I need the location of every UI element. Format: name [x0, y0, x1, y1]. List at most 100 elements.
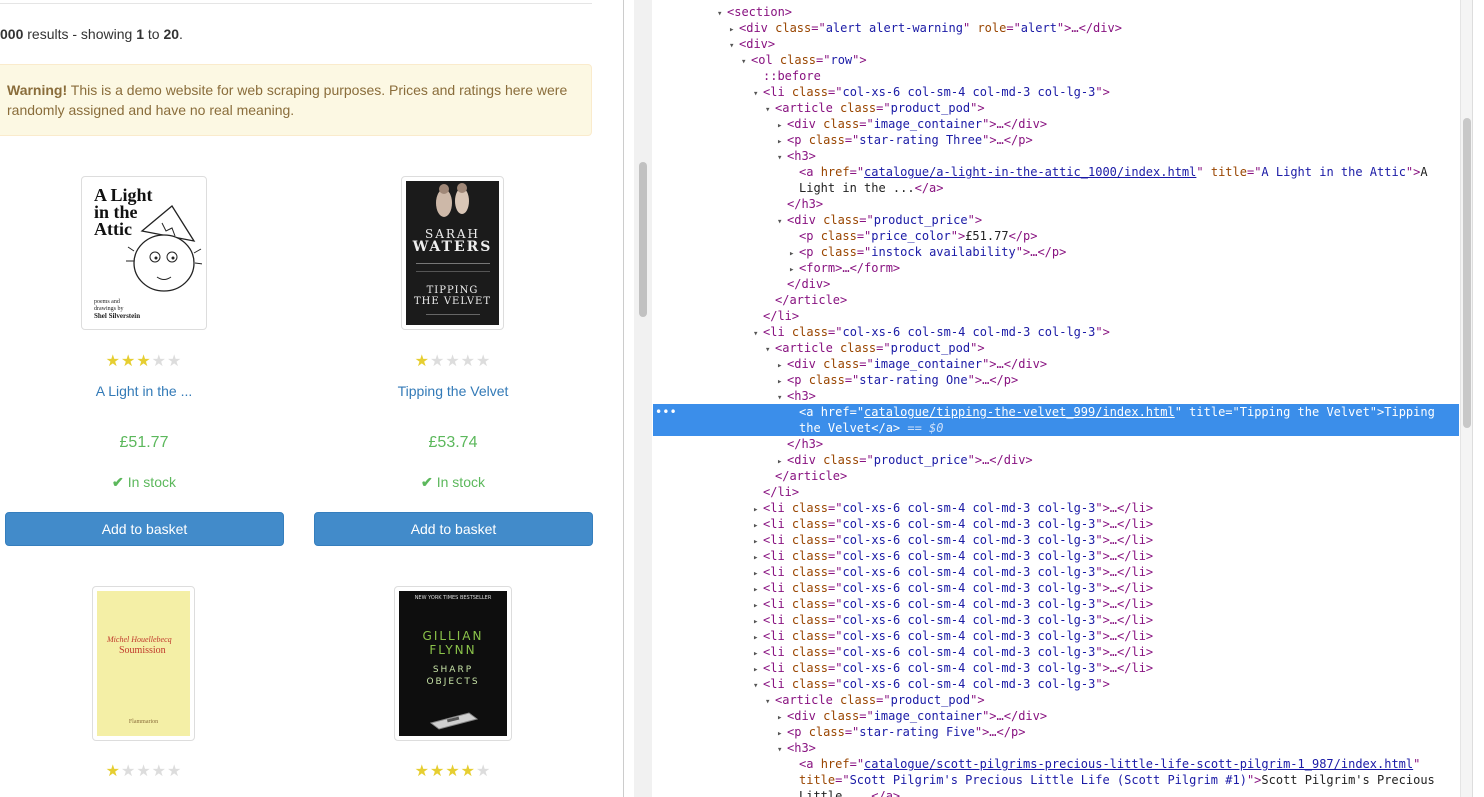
dom-node-line[interactable]: </li> [653, 484, 1459, 500]
markup-token: product_pod [890, 341, 971, 355]
dom-node-line[interactable]: ▸ <div class="product_price">…</div> [653, 452, 1459, 468]
href-link[interactable]: catalogue/a-light-in-the-attic_1000/inde… [864, 165, 1196, 179]
dom-node-line[interactable]: Little ...</a> [653, 788, 1459, 797]
devtools-scrollbar[interactable] [1460, 0, 1472, 797]
dom-node-line[interactable]: ▸ <form>…</form> [653, 260, 1459, 276]
product-title-link[interactable]: Tipping the Velvet [308, 383, 598, 399]
dom-node-line[interactable]: ▸ <div class="image_container">…</div> [653, 708, 1459, 724]
add-to-basket-button[interactable]: Add to basket [5, 512, 284, 546]
markup-token: "> [967, 213, 983, 227]
markup-token: role [977, 21, 1007, 35]
cover-author: WATERS [412, 239, 493, 255]
dom-node-line[interactable]: ▸ <div class="image_container">…</div> [653, 116, 1459, 132]
markup-token: =" [828, 677, 843, 691]
dom-node-line[interactable]: ▸ <li class="col-xs-6 col-sm-4 col-md-3 c… [653, 596, 1459, 612]
markup-token: star-rating Three [859, 133, 983, 147]
dom-node-line[interactable]: ▾ <article class="product_pod"> [653, 100, 1459, 116]
dom-node-line[interactable]: ▾ <div class="product_price"> [653, 212, 1459, 228]
markup-token: instock availability [871, 245, 1016, 259]
dom-node-line[interactable]: ▸ <li class="col-xs-6 col-sm-4 col-md-3 c… [653, 580, 1459, 596]
dom-node-line[interactable]: ▸ <li class="col-xs-6 col-sm-4 col-md-3 c… [653, 532, 1459, 548]
href-link[interactable]: catalogue/scott-pilgrims-precious-little… [864, 757, 1413, 771]
dom-node-line[interactable]: ▾ <li class="col-xs-6 col-sm-4 col-md-3 c… [653, 84, 1459, 100]
dom-node-line[interactable]: ▾ <li class="col-xs-6 col-sm-4 col-md-3 c… [653, 676, 1459, 692]
markup-token: =" [849, 165, 865, 179]
star-rating: ★★★★★ [308, 761, 598, 781]
dom-node-line[interactable]: title="Scott Pilgrim's Precious Little L… [653, 772, 1459, 788]
dom-node-line[interactable]: ▸ <li class="col-xs-6 col-sm-4 col-md-3 c… [653, 548, 1459, 564]
dom-node-line[interactable]: ▾ <ol class="row"> [653, 52, 1459, 68]
dom-node-line[interactable]: ▾ <article class="product_pod"> [653, 692, 1459, 708]
product-thumbnail-link[interactable]: Michel Houellebecq Soumission Flammarion [92, 586, 195, 741]
dom-node-line[interactable]: ▸ <p class="star-rating One">…</p> [653, 372, 1459, 388]
dom-node-line[interactable]: ▸ <li class="col-xs-6 col-sm-4 col-md-3 c… [653, 628, 1459, 644]
markup-token: <li [763, 613, 792, 627]
markup-token: </li> [763, 309, 800, 323]
dom-node-line[interactable]: ▾ <h3> [653, 148, 1459, 164]
dom-node-line[interactable]: ▾ <li class="col-xs-6 col-sm-4 col-md-3 c… [653, 324, 1459, 340]
dom-node-line[interactable]: </article> [653, 292, 1459, 308]
star-rating: ★★★★★ [0, 351, 289, 371]
dom-node-line[interactable]: <a href="catalogue/scott-pilgrims-precio… [653, 756, 1459, 772]
dom-node-line[interactable]: Light in the ...</a> [653, 180, 1459, 196]
star-icon: ★ [460, 763, 477, 780]
pane-divider[interactable] [623, 0, 624, 797]
dom-node-line[interactable]: ▾ <div> [653, 36, 1459, 52]
markup-token: ">…</p> [967, 373, 1019, 387]
dom-node-line[interactable]: ▸ <li class="col-xs-6 col-sm-4 col-md-3 c… [653, 516, 1459, 532]
dom-node-line[interactable]: ::before [653, 68, 1459, 84]
product-title-link[interactable]: A Light in the ... [0, 383, 289, 399]
product-thumbnail-link[interactable]: SARAH WATERS TIPPING THE VELVET [401, 176, 504, 330]
markup-token: =" [816, 53, 831, 67]
markup-token: ">…</p> [974, 725, 1026, 739]
dom-node-line[interactable]: ▸ <div class="image_container">…</div> [653, 356, 1459, 372]
star-icon: ★ [476, 763, 492, 780]
dom-node-line[interactable]: ▾ <h3> [653, 388, 1459, 404]
product-thumbnail-link[interactable]: NEW YORK TIMES BESTSELLER GILLIAN FLYNN … [394, 586, 512, 741]
markup-token: =" [828, 645, 843, 659]
markup-token: image_container [873, 117, 983, 131]
cover-illustration [126, 205, 202, 292]
markup-token: <p [787, 373, 809, 387]
star-icon: ★ [151, 353, 168, 370]
dom-node-line[interactable]: </div> [653, 276, 1459, 292]
results-text: results - showing [23, 26, 137, 42]
markup-token: ">…</li> [1095, 581, 1154, 595]
markup-token: " [962, 21, 978, 35]
markup-token: Tipping [1384, 405, 1435, 419]
dom-node-line[interactable]: ▾ <section> [653, 4, 1459, 20]
scrollbar-thumb[interactable] [639, 162, 647, 317]
product-thumbnail-link[interactable]: A Light in the Attic poems and drawings … [81, 176, 207, 330]
dom-node-line[interactable]: ▸ <li class="col-xs-6 col-sm-4 col-md-3 c… [653, 612, 1459, 628]
dom-node-line[interactable]: ▸ <p class="instock availability">…</p> [653, 244, 1459, 260]
website-scrollbar[interactable] [634, 0, 652, 797]
dom-node-line[interactable]: </li> [653, 308, 1459, 324]
dom-node-line[interactable]: ▾ <h3> [653, 740, 1459, 756]
markup-token: ">…</div> [982, 357, 1048, 371]
add-to-basket-button[interactable]: Add to basket [314, 512, 593, 546]
dom-node-line[interactable]: </article> [653, 468, 1459, 484]
dom-node-line[interactable]: ▸ <p class="star-rating Five">…</p> [653, 724, 1459, 740]
dom-node-line[interactable]: <p class="price_color">£51.77</p> [653, 228, 1459, 244]
star-icon: ★ [167, 353, 183, 370]
star-icon: ★ [136, 353, 152, 370]
dom-node-line[interactable]: </h3> [653, 436, 1459, 452]
dom-node-line[interactable]: ▸ <li class="col-xs-6 col-sm-4 col-md-3 c… [653, 644, 1459, 660]
dom-node-line[interactable]: <a href="catalogue/a-light-in-the-attic_… [653, 164, 1459, 180]
dom-node-line[interactable]: ▾ <article class="product_pod"> [653, 340, 1459, 356]
markup-token: <p [787, 133, 809, 147]
more-icon[interactable]: ••• [655, 404, 677, 420]
cover-author: Michel Houellebecq [107, 635, 172, 644]
dom-node-line[interactable]: ▸ <li class="col-xs-6 col-sm-4 col-md-3 c… [653, 660, 1459, 676]
href-link[interactable]: catalogue/tipping-the-velvet_999/index.h… [864, 405, 1175, 419]
dom-node-line[interactable]: ▸ <div class="alert alert-warning" role="… [653, 20, 1459, 36]
markup-token: </a> [914, 181, 944, 195]
scrollbar-thumb[interactable] [1463, 118, 1471, 428]
dom-node-line[interactable]: </h3> [653, 196, 1459, 212]
dom-node-line[interactable]: ▸ <p class="star-rating Three">…</p> [653, 132, 1459, 148]
dom-node-selected[interactable]: <a href="catalogue/tipping-the-velvet_99… [653, 404, 1459, 436]
dom-node-line[interactable]: ▸ <li class="col-xs-6 col-sm-4 col-md-3 c… [653, 500, 1459, 516]
dom-node-line[interactable]: ▸ <li class="col-xs-6 col-sm-4 col-md-3 c… [653, 564, 1459, 580]
markup-token: =" [1006, 21, 1021, 35]
